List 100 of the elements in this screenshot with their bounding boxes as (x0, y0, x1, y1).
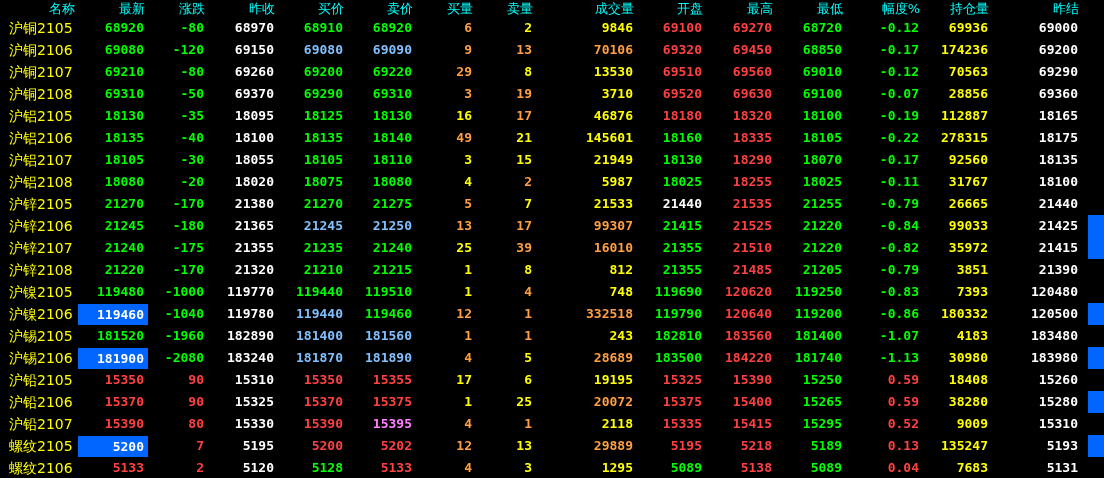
table-cell-text: 68970 (233, 20, 275, 36)
table-cell-text: 18135 (1037, 152, 1079, 168)
table-cell-text: 68920 (371, 20, 413, 36)
table-cell-text: 21440 (1037, 196, 1079, 212)
table-cell-text: -0.82 (878, 240, 920, 256)
table-cell-text: 184220 (724, 350, 773, 366)
table-cell-text: -0.12 (878, 20, 920, 36)
table-cell-text: 183480 (1030, 328, 1079, 344)
table-cell-text: 7393 (955, 284, 989, 300)
table-cell-text: 80 (187, 416, 205, 432)
table-cell-text: 18075 (302, 174, 344, 190)
table-cell-text: 183240 (226, 350, 275, 366)
table-cell-text: 18095 (233, 108, 275, 124)
table-cell-text: 69080 (302, 42, 344, 58)
contract-name: 沪镍2106 (8, 305, 74, 324)
table-cell-text: 16010 (592, 240, 634, 256)
table-cell-text: 19 (515, 86, 533, 102)
contract-name: 沪铅2105 (8, 371, 74, 390)
table-cell-text: 5218 (739, 438, 773, 454)
table-cell-text: 18320 (731, 108, 773, 124)
table-cell-text: 12 (455, 438, 473, 454)
table-cell-text: -0.17 (878, 152, 920, 168)
table-cell-text: 15395 (371, 416, 413, 432)
table-cell: 119460 (97, 306, 144, 322)
table-cell-text: 21240 (103, 240, 145, 256)
table-cell-text: 5987 (600, 174, 634, 190)
table-cell-text: 99307 (592, 218, 634, 234)
table-cell-text: 15400 (731, 394, 773, 410)
table-cell: 181900 (97, 350, 144, 366)
table-cell-text: 18130 (103, 108, 145, 124)
contract-name: 沪锌2108 (8, 261, 74, 280)
table-cell-text: 119770 (226, 284, 275, 300)
contract-name: 沪锡2106 (8, 349, 74, 368)
table-cell-text: 181740 (794, 350, 843, 366)
table-cell-text: 2 (523, 174, 533, 190)
table-cell-text: 119790 (654, 306, 703, 322)
table-cell-text: -0.12 (878, 64, 920, 80)
column-header[interactable]: 最高 (706, 0, 776, 17)
table-cell-text: 15390 (103, 416, 145, 432)
table-cell-text: 21250 (371, 218, 413, 234)
table-cell-text: 21380 (233, 196, 275, 212)
table-cell-text: -35 (179, 108, 205, 124)
column-header[interactable]: 买量 (416, 0, 476, 17)
table-cell-text: 70563 (947, 64, 989, 80)
table-cell-text: 120480 (1030, 284, 1079, 300)
table-cell-text: 68920 (103, 20, 145, 36)
table-cell-text: 15330 (233, 416, 275, 432)
column-header[interactable]: 最低 (776, 0, 846, 17)
table-cell-text: -50 (179, 86, 205, 102)
table-cell-text: 21220 (103, 262, 145, 278)
table-cell-text: 90 (187, 372, 205, 388)
table-cell-text: 21440 (661, 196, 703, 212)
table-cell-text: 69290 (1037, 64, 1079, 80)
table-cell-text: 18105 (302, 152, 344, 168)
column-header[interactable]: 昨结 (992, 0, 1082, 17)
table-cell-text: -1000 (163, 284, 205, 300)
table-cell-text: 69560 (731, 64, 773, 80)
table-cell-text: -0.86 (878, 306, 920, 322)
table-cell-text: 18130 (661, 152, 703, 168)
column-header[interactable]: 卖价 (347, 0, 416, 17)
table-cell-text: 69270 (731, 20, 773, 36)
table-cell-text: 18105 (801, 130, 843, 146)
table-cell-text: 0.04 (886, 460, 920, 476)
column-header[interactable]: 卖量 (476, 0, 536, 17)
column-header[interactable]: 昨收 (208, 0, 278, 17)
table-cell-text: 69370 (233, 86, 275, 102)
table-cell-text: 39 (515, 240, 533, 256)
table-cell-text: 21205 (801, 262, 843, 278)
table-cell-text: -1040 (163, 306, 205, 322)
table-cell-text: 0.13 (886, 438, 920, 454)
table-cell-text: 15280 (1037, 394, 1079, 410)
table-cell-text: 99033 (947, 218, 989, 234)
table-cell-text: 15350 (302, 372, 344, 388)
table-cell-text: 3851 (955, 262, 989, 278)
table-cell-text: 2 (523, 20, 533, 36)
table-cell-text: 1295 (600, 460, 634, 476)
table-cell-text: 183980 (1030, 350, 1079, 366)
column-header[interactable]: 买价 (278, 0, 347, 17)
column-header[interactable]: 幅度% (846, 0, 923, 17)
table-cell-text: 18180 (661, 108, 703, 124)
table-cell-text: 18408 (947, 372, 989, 388)
table-cell-text: 4 (463, 416, 473, 432)
table-cell-text: 3710 (600, 86, 634, 102)
column-header[interactable]: 涨跌 (148, 0, 208, 17)
table-cell-text: 18070 (801, 152, 843, 168)
table-cell-text: 174236 (940, 42, 989, 58)
column-header[interactable]: 最新 (78, 0, 148, 17)
table-cell-text: 18335 (731, 130, 773, 146)
table-cell-text: -1960 (163, 328, 205, 344)
table-cell-text: 15390 (731, 372, 773, 388)
table-cell-text: -0.22 (878, 130, 920, 146)
table-cell-text: 49 (455, 130, 473, 146)
table-cell-text: 21533 (592, 196, 634, 212)
column-header[interactable]: 成交量 (536, 0, 637, 17)
column-header[interactable]: 名称 (0, 0, 78, 17)
table-cell-text: 119480 (96, 284, 145, 300)
column-header[interactable]: 持仓量 (923, 0, 992, 17)
table-cell-text: 25 (455, 240, 473, 256)
column-header[interactable]: 开盘 (637, 0, 706, 17)
contract-name: 沪锌2107 (8, 239, 74, 258)
